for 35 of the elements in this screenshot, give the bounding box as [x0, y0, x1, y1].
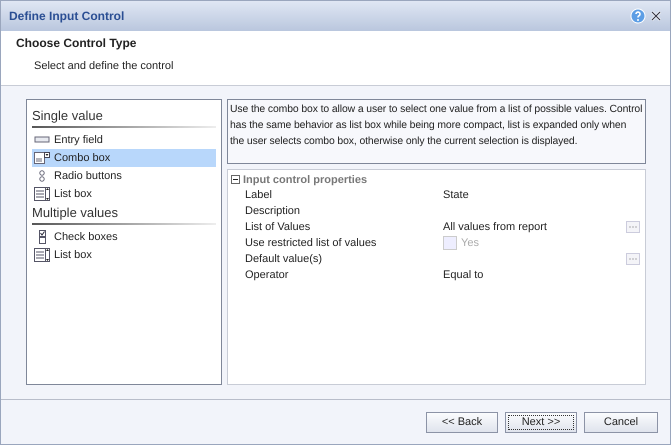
combo-box-icon	[34, 151, 50, 165]
page-title: Choose Control Type	[16, 36, 138, 50]
list-box-icon	[34, 187, 50, 201]
control-type-item[interactable]: Combo box	[32, 149, 216, 167]
dialog-button[interactable]: Next >>	[505, 412, 577, 432]
property-value: State	[443, 189, 469, 201]
property-value: Yes	[461, 237, 479, 249]
property-name: Default value(s)	[245, 253, 324, 265]
control-type-item[interactable]: List box	[32, 246, 216, 264]
property-name: Label	[245, 189, 273, 201]
list-box-icon	[34, 248, 50, 262]
control-type-item[interactable]: List box	[32, 185, 216, 203]
page-subtitle: Select and define the control	[34, 60, 174, 72]
group-heading: Multiple values	[32, 203, 216, 225]
browse-button[interactable]	[626, 221, 640, 233]
dialog-button[interactable]: << Back	[426, 412, 498, 432]
group-heading: Single value	[32, 106, 216, 128]
property-name: List of Values	[245, 221, 312, 233]
property-value: Equal to	[443, 269, 484, 281]
dialog-button[interactable]: Cancel	[584, 412, 658, 432]
radio-buttons-icon	[39, 170, 45, 182]
property-name: Description	[245, 205, 302, 217]
window-title: Define Input Control	[9, 9, 124, 23]
browse-button[interactable]	[626, 253, 640, 265]
control-type-item[interactable]: Radio buttons	[32, 167, 216, 185]
property-value: All values from report	[443, 221, 547, 233]
section-title: Input control properties	[243, 174, 368, 186]
control-type-item[interactable]: Check boxes	[32, 228, 216, 246]
collapse-icon[interactable]	[231, 175, 240, 184]
property-name: Use restricted list of values	[245, 237, 378, 249]
property-name: Operator	[245, 269, 290, 281]
close-icon[interactable]	[650, 10, 662, 22]
check-boxes-icon	[38, 230, 46, 244]
control-type-item[interactable]: Entry field	[32, 131, 216, 149]
description-text: Use the combo box to allow a user to select one value from a list of possible values. Control has the same behavior as list box while being more compact, list is expanded only when the user selects combo box, otherwise only the current selection is displayed.	[227, 99, 646, 164]
